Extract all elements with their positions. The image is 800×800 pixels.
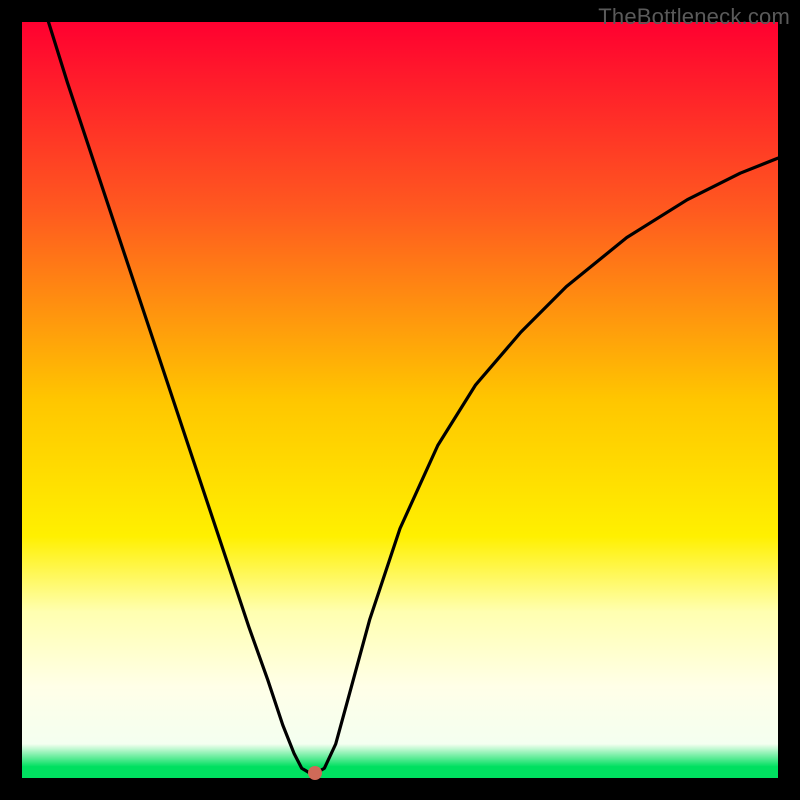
min-marker [308, 766, 322, 780]
watermark-text: TheBottleneck.com [598, 4, 790, 30]
curve-line [22, 22, 778, 778]
curve-path [49, 22, 779, 774]
plot-area [22, 22, 778, 778]
chart-frame: TheBottleneck.com [0, 0, 800, 800]
